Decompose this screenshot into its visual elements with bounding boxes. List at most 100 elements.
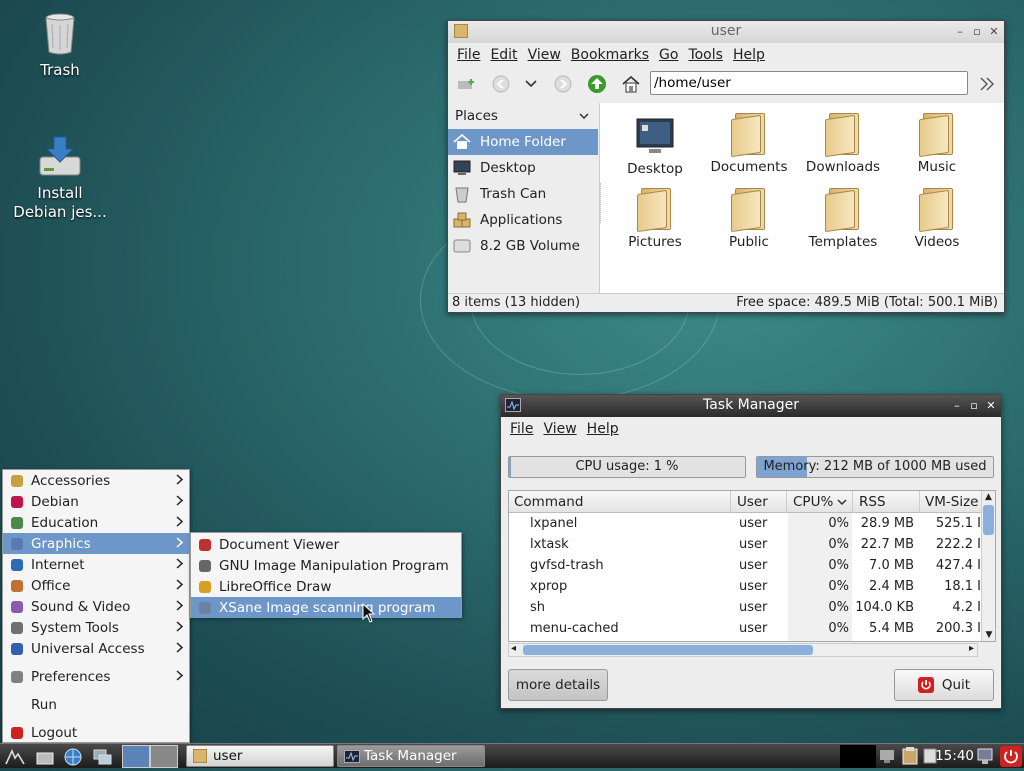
scroll-up-icon[interactable]: ▲	[982, 491, 995, 503]
close-button[interactable]: ✕	[988, 21, 1000, 42]
menu-file[interactable]: File	[505, 421, 538, 437]
menu-item-graphics[interactable]: Graphics	[3, 533, 189, 554]
sidebar-item-trash-can[interactable]: Trash Can	[448, 181, 599, 207]
menu-item-libreoffice-draw[interactable]: LibreOffice Draw	[191, 576, 461, 597]
file-manager-launcher-icon[interactable]	[32, 746, 58, 767]
new-tab-icon[interactable]	[454, 71, 480, 97]
column-vm-size[interactable]: VM-Size	[925, 494, 978, 510]
process-cpu: 0%	[828, 537, 849, 552]
logout-icon[interactable]	[1000, 746, 1022, 767]
scroll-right-icon[interactable]: ▸	[969, 643, 974, 654]
window-switcher-icon[interactable]	[90, 746, 116, 767]
menu-item-universal-access[interactable]: Universal Access	[3, 638, 189, 659]
menu-item-office[interactable]: Office	[3, 575, 189, 596]
sidebar-item-home-folder[interactable]: Home Folder	[448, 129, 598, 155]
menu-help[interactable]: Help	[728, 47, 770, 63]
file-view: Desktop Documents Downloads Music Pictur…	[600, 103, 1004, 293]
file-item-documents[interactable]: Documents	[704, 111, 794, 175]
menu-view[interactable]: View	[538, 421, 581, 437]
internet-icon	[9, 557, 25, 573]
home-icon[interactable]	[618, 71, 644, 97]
quit-button[interactable]: Quit	[894, 669, 994, 701]
menu-item-label: Run	[31, 696, 57, 713]
menu-item-document-viewer[interactable]: Document Viewer	[191, 534, 461, 555]
process-row[interactable]: xprop user 0% 2.4 MB 18.1 I	[509, 576, 981, 597]
history-dropdown-icon[interactable]	[518, 71, 544, 97]
process-row[interactable]: lxpanel user 0% 28.9 MB 525.1 I	[509, 513, 981, 534]
scroll-down-icon[interactable]: ▼	[982, 629, 995, 641]
menu-item-accessories[interactable]: Accessories	[3, 470, 189, 491]
back-icon[interactable]	[488, 71, 514, 97]
column-command[interactable]: Command	[514, 494, 583, 510]
menu-item-xsane-image-scanning-program[interactable]: XSane Image scanning program	[191, 597, 461, 618]
address-bar-input[interactable]	[650, 71, 968, 95]
column-cpu[interactable]: CPU%	[793, 494, 833, 510]
close-button[interactable]: ✕	[985, 395, 997, 416]
clock[interactable]: 15:40	[930, 747, 974, 766]
go-icon[interactable]	[974, 71, 1000, 97]
sidebar-item-desktop[interactable]: Desktop	[448, 155, 599, 181]
menu-item-debian[interactable]: Debian	[3, 491, 189, 512]
menu-view[interactable]: View	[523, 47, 566, 63]
lock-screen-icon[interactable]	[976, 747, 994, 766]
web-browser-launcher-icon[interactable]	[60, 746, 86, 767]
process-row[interactable]: lxtask user 0% 22.7 MB 222.2 I	[509, 534, 981, 555]
sidebar-item-applications[interactable]: Applications	[448, 207, 599, 233]
file-item-pictures[interactable]: Pictures	[610, 186, 700, 250]
menu-bookmarks[interactable]: Bookmarks	[566, 47, 654, 63]
menu-item-system-tools[interactable]: System Tools	[3, 617, 189, 638]
preferences-icon	[9, 669, 25, 685]
horizontal-scrollbar[interactable]: ◂ ▸	[508, 643, 978, 657]
menu-item-internet[interactable]: Internet	[3, 554, 189, 575]
menu-tools[interactable]: Tools	[683, 47, 728, 63]
menu-item-education[interactable]: Education	[3, 512, 189, 533]
sidebar-item-volume[interactable]: 8.2 GB Volume	[448, 233, 599, 259]
scroll-left-icon[interactable]: ◂	[511, 643, 516, 654]
maximize-button[interactable]: ▫	[971, 21, 983, 42]
menu-item-preferences[interactable]: Preferences	[3, 666, 189, 687]
column-user[interactable]: User	[737, 494, 768, 510]
file-manager-titlebar[interactable]: user – ▫ ✕	[448, 21, 1004, 43]
desktop-icon-install-debian[interactable]: Install Debian jes...	[10, 116, 110, 241]
clipboard-icon[interactable]	[902, 747, 920, 766]
menu-help[interactable]: Help	[582, 421, 624, 437]
taskbar-item-user[interactable]: user	[186, 745, 334, 767]
menu-item-logout[interactable]: Logout	[3, 722, 189, 743]
file-item-desktop[interactable]: Desktop	[610, 111, 700, 177]
menu-edit[interactable]: Edit	[485, 47, 522, 63]
menu-launcher-icon[interactable]	[2, 746, 28, 767]
desktop-pager[interactable]	[122, 745, 178, 768]
minimize-button[interactable]: –	[951, 395, 963, 416]
menu-item-run[interactable]: Run	[3, 694, 189, 715]
process-row[interactable]: sh user 0% 104.0 KB 4.2 I	[509, 597, 981, 618]
more-details-button[interactable]: more details	[508, 669, 608, 701]
taskbar-item-task-manager[interactable]: Task Manager	[337, 745, 485, 767]
file-item-videos[interactable]: Videos	[892, 186, 982, 250]
file-item-downloads[interactable]: Downloads	[798, 111, 888, 175]
network-icon[interactable]	[878, 747, 898, 766]
file-item-public[interactable]: Public	[704, 186, 794, 250]
menu-file[interactable]: File	[452, 47, 485, 63]
menu-item-sound-video[interactable]: Sound & Video	[3, 596, 189, 617]
file-item-music[interactable]: Music	[892, 111, 982, 175]
up-icon[interactable]	[584, 71, 610, 97]
desktop-pager-workspace-1[interactable]	[122, 745, 150, 768]
pane-resize-handle[interactable]	[600, 183, 606, 223]
file-item-templates[interactable]: Templates	[798, 186, 888, 250]
menu-go[interactable]: Go	[654, 47, 683, 63]
forward-icon[interactable]	[550, 71, 576, 97]
scrollbar-thumb[interactable]	[523, 645, 813, 655]
maximize-button[interactable]: ▫	[968, 395, 980, 416]
places-header[interactable]: Places	[448, 103, 599, 129]
desktop-pager-workspace-2[interactable]	[150, 745, 178, 768]
desktop-icon-trash[interactable]: Trash	[10, 12, 110, 80]
process-row[interactable]: menu-cached user 0% 5.4 MB 200.3 I	[509, 618, 981, 639]
trash-icon	[452, 185, 472, 203]
minimize-button[interactable]: –	[954, 21, 966, 42]
scrollbar-thumb[interactable]	[983, 505, 994, 535]
column-rss[interactable]: RSS	[859, 494, 886, 510]
vertical-scrollbar[interactable]: ▲ ▼	[981, 491, 995, 641]
task-manager-titlebar[interactable]: Task Manager – ▫ ✕	[501, 395, 1001, 417]
menu-item-gnu-image-manipulation-program[interactable]: GNU Image Manipulation Program	[191, 555, 461, 576]
process-row[interactable]: gvfsd-trash user 0% 7.0 MB 427.4 I	[509, 555, 981, 576]
